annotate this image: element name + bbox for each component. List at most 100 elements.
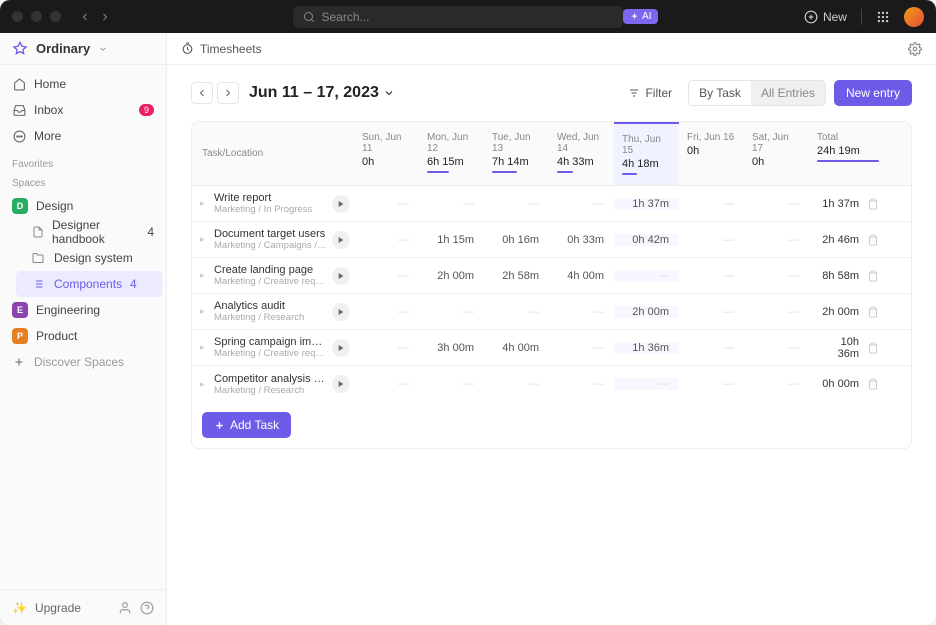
time-cell[interactable]: 4h 00m bbox=[549, 270, 614, 282]
time-cell[interactable]: 2h 00m bbox=[614, 306, 679, 318]
time-cell[interactable]: — bbox=[354, 198, 419, 210]
delete-button[interactable] bbox=[867, 198, 879, 210]
time-cell[interactable]: — bbox=[354, 378, 419, 390]
add-task-button[interactable]: Add Task bbox=[202, 412, 291, 438]
sidebar-item-home[interactable]: Home bbox=[0, 71, 166, 97]
time-cell[interactable]: — bbox=[419, 378, 484, 390]
tab-by-task[interactable]: By Task bbox=[689, 81, 751, 105]
discover-spaces[interactable]: Discover Spaces bbox=[0, 349, 166, 375]
sidebar-item-more[interactable]: More bbox=[0, 123, 166, 149]
time-cell[interactable]: — bbox=[614, 270, 679, 282]
time-cell[interactable]: — bbox=[679, 234, 744, 246]
delete-button[interactable] bbox=[867, 378, 879, 390]
minimize-window[interactable] bbox=[31, 11, 42, 22]
time-cell[interactable]: — bbox=[484, 306, 549, 318]
task-name[interactable]: Competitor analysis doc bbox=[214, 373, 328, 385]
time-cell[interactable]: 1h 15m bbox=[419, 234, 484, 246]
time-cell[interactable]: 2h 00m bbox=[419, 270, 484, 282]
next-week-button[interactable] bbox=[217, 82, 239, 104]
new-button[interactable]: New bbox=[804, 10, 847, 24]
time-cell[interactable]: — bbox=[679, 378, 744, 390]
list-design-system[interactable]: Design system bbox=[12, 245, 166, 271]
delete-button[interactable] bbox=[867, 306, 879, 318]
delete-button[interactable] bbox=[867, 342, 879, 354]
time-cell[interactable]: — bbox=[549, 306, 614, 318]
filter-button[interactable]: Filter bbox=[620, 81, 680, 105]
time-cell[interactable]: 1h 37m bbox=[614, 198, 679, 210]
time-cell[interactable]: — bbox=[549, 378, 614, 390]
time-cell[interactable]: 0h 33m bbox=[549, 234, 614, 246]
time-cell[interactable]: — bbox=[419, 306, 484, 318]
ai-badge[interactable]: AI bbox=[623, 9, 658, 24]
delete-button[interactable] bbox=[867, 270, 879, 282]
time-cell[interactable]: — bbox=[744, 378, 809, 390]
time-cell[interactable]: 0h 16m bbox=[484, 234, 549, 246]
time-cell[interactable]: — bbox=[679, 198, 744, 210]
expand-caret-icon[interactable]: ▸ bbox=[200, 342, 210, 353]
space-product[interactable]: P Product bbox=[0, 323, 166, 349]
time-cell[interactable]: — bbox=[679, 306, 744, 318]
expand-caret-icon[interactable]: ▸ bbox=[200, 379, 210, 390]
nav-back[interactable] bbox=[77, 9, 93, 25]
date-range-picker[interactable]: Jun 11 – 17, 2023 bbox=[249, 84, 395, 102]
user-avatar[interactable] bbox=[904, 7, 924, 27]
time-cell[interactable]: — bbox=[679, 270, 744, 282]
play-button[interactable] bbox=[332, 195, 350, 213]
time-cell[interactable]: — bbox=[484, 378, 549, 390]
play-button[interactable] bbox=[332, 339, 350, 357]
time-cell[interactable]: — bbox=[354, 234, 419, 246]
task-name[interactable]: Write report bbox=[214, 192, 328, 204]
time-cell[interactable]: 3h 00m bbox=[419, 342, 484, 354]
time-cell[interactable]: — bbox=[614, 378, 679, 390]
plus-circle-icon bbox=[804, 10, 818, 24]
workspace-switcher[interactable]: Ordinary bbox=[0, 33, 166, 65]
time-cell[interactable]: 2h 58m bbox=[484, 270, 549, 282]
time-cell[interactable]: 0h 42m bbox=[614, 234, 679, 246]
time-cell[interactable]: — bbox=[419, 198, 484, 210]
task-name[interactable]: Spring campaign imag... bbox=[214, 336, 328, 348]
time-cell[interactable]: — bbox=[744, 198, 809, 210]
time-cell[interactable]: — bbox=[354, 342, 419, 354]
space-engineering[interactable]: E Engineering bbox=[0, 297, 166, 323]
time-cell[interactable]: — bbox=[354, 270, 419, 282]
time-cell[interactable]: — bbox=[549, 198, 614, 210]
time-cell[interactable]: — bbox=[744, 342, 809, 354]
expand-caret-icon[interactable]: ▸ bbox=[200, 234, 210, 245]
expand-caret-icon[interactable]: ▸ bbox=[200, 306, 210, 317]
expand-caret-icon[interactable]: ▸ bbox=[200, 270, 210, 281]
close-window[interactable] bbox=[12, 11, 23, 22]
settings-button[interactable] bbox=[908, 42, 922, 56]
list-components[interactable]: Components 4 bbox=[16, 271, 162, 297]
time-cell[interactable]: — bbox=[744, 234, 809, 246]
expand-caret-icon[interactable]: ▸ bbox=[200, 198, 210, 209]
play-button[interactable] bbox=[332, 267, 350, 285]
time-cell[interactable]: — bbox=[484, 198, 549, 210]
time-cell[interactable]: — bbox=[744, 270, 809, 282]
help-icon[interactable] bbox=[140, 601, 154, 615]
task-name[interactable]: Document target users bbox=[214, 228, 328, 240]
list-designer-handbook[interactable]: Designer handbook 4 bbox=[12, 219, 166, 245]
play-button[interactable] bbox=[332, 375, 350, 393]
time-cell[interactable]: — bbox=[744, 306, 809, 318]
play-button[interactable] bbox=[332, 231, 350, 249]
prev-week-button[interactable] bbox=[191, 82, 213, 104]
nav-forward[interactable] bbox=[97, 9, 113, 25]
upgrade-button[interactable]: Upgrade bbox=[35, 601, 81, 615]
play-button[interactable] bbox=[332, 303, 350, 321]
task-name[interactable]: Create landing page bbox=[214, 264, 328, 276]
space-design[interactable]: D Design bbox=[0, 193, 166, 219]
invite-icon[interactable] bbox=[118, 601, 132, 615]
tab-all-entries[interactable]: All Entries bbox=[751, 81, 825, 105]
sidebar-item-inbox[interactable]: Inbox 9 bbox=[0, 97, 166, 123]
new-entry-button[interactable]: New entry bbox=[834, 80, 912, 106]
time-cell[interactable]: — bbox=[354, 306, 419, 318]
apps-grid-icon[interactable] bbox=[876, 10, 890, 24]
search-input[interactable]: Search... AI bbox=[293, 6, 623, 28]
time-cell[interactable]: 4h 00m bbox=[484, 342, 549, 354]
time-cell[interactable]: 1h 36m bbox=[614, 342, 679, 354]
time-cell[interactable]: — bbox=[549, 342, 614, 354]
delete-button[interactable] bbox=[867, 234, 879, 246]
maximize-window[interactable] bbox=[50, 11, 61, 22]
time-cell[interactable]: — bbox=[679, 342, 744, 354]
task-name[interactable]: Analytics audit bbox=[214, 300, 328, 312]
